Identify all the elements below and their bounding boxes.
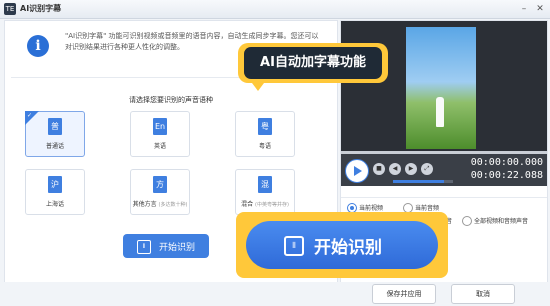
waveform-icon: ⦀ <box>284 236 304 256</box>
video-preview <box>341 21 547 153</box>
option-label: 当前视频 <box>359 205 384 212</box>
language-option-mandarin[interactable]: ✓ 普 普通话 <box>25 111 85 157</box>
player-controls: ■ ◀ ▶ ⤢ 00:00:00.000 00:00:22.088 <box>341 154 547 186</box>
current-time: 00:00:00.000 <box>470 157 543 168</box>
title-bar: TE AI识别字幕 – ✕ <box>0 0 550 19</box>
app-icon: TE <box>4 3 16 15</box>
language-option-cantonese[interactable]: 粤 粤语 <box>235 111 295 157</box>
check-icon: ✓ <box>27 112 33 119</box>
zoomed-start-highlight: ⦀ 开始识别 <box>236 212 448 278</box>
video-subject <box>436 97 444 127</box>
info-icon: i <box>27 35 49 57</box>
cancel-button[interactable]: 取消 <box>451 284 515 304</box>
save-apply-button[interactable]: 保存并应用 <box>372 284 436 304</box>
option-label: 全部视频和音频声音 <box>474 218 529 225</box>
radio-all-video-audio[interactable] <box>462 216 472 226</box>
language-label: 混合 (中英粤等并存) <box>241 201 289 208</box>
minimize-icon[interactable]: – <box>518 3 530 15</box>
start-recognition-label: 开始识别 <box>159 243 196 253</box>
zoomed-start-label: 开始识别 <box>314 238 382 258</box>
ai-subtitle-window: TE AI识别字幕 – ✕ i "AI识别字幕" 功能可识别视频或音频里的语音内… <box>0 0 550 306</box>
language-option-other-dialects[interactable]: 方 其他方言 (多达数十种) <box>130 169 190 215</box>
waveform-icon: ⦀ <box>137 240 151 254</box>
language-label: 粤语 <box>258 143 271 150</box>
language-label: 普通话 <box>45 143 64 150</box>
language-option-shanghainese[interactable]: 沪 上海话 <box>25 169 85 215</box>
option-label: 当前音频 <box>415 205 440 212</box>
language-label: 上海话 <box>45 201 64 208</box>
volume-level <box>393 180 444 183</box>
stop-icon[interactable]: ■ <box>373 163 385 175</box>
language-prompt: 请选择您要识别的声音语种 <box>129 96 213 104</box>
language-icon: 粤 <box>258 118 272 135</box>
language-icon: 方 <box>153 176 167 193</box>
callout-text: AI自动加字幕功能 <box>244 47 382 79</box>
callout-pointer <box>252 83 264 91</box>
language-label: 其他方言 (多达数十种) <box>132 201 188 208</box>
volume-slider[interactable] <box>393 180 453 183</box>
close-icon[interactable]: ✕ <box>534 3 546 15</box>
language-label: 英语 <box>153 143 166 150</box>
total-time: 00:00:22.088 <box>470 170 543 181</box>
language-option-mixed[interactable]: 混 混合 (中英粤等并存) <box>235 169 295 215</box>
language-icon: En <box>153 118 167 135</box>
language-icon: 普 <box>48 118 62 135</box>
language-icon: 混 <box>258 176 272 193</box>
feature-callout: AI自动加字幕功能 <box>238 43 388 83</box>
language-icon: 沪 <box>48 176 62 193</box>
language-option-english[interactable]: En 英语 <box>130 111 190 157</box>
zoomed-start-button[interactable]: ⦀ 开始识别 <box>246 221 438 269</box>
window-title: AI识别字幕 <box>20 4 62 13</box>
fullscreen-icon[interactable]: ⤢ <box>421 163 433 175</box>
footer-bar: 保存并应用 取消 <box>0 282 550 306</box>
play-button[interactable] <box>345 159 369 183</box>
start-recognition-button[interactable]: ⦀ 开始识别 <box>123 234 209 258</box>
previous-frame-icon[interactable]: ◀ <box>389 163 401 175</box>
next-frame-icon[interactable]: ▶ <box>405 163 417 175</box>
video-frame <box>406 27 476 149</box>
